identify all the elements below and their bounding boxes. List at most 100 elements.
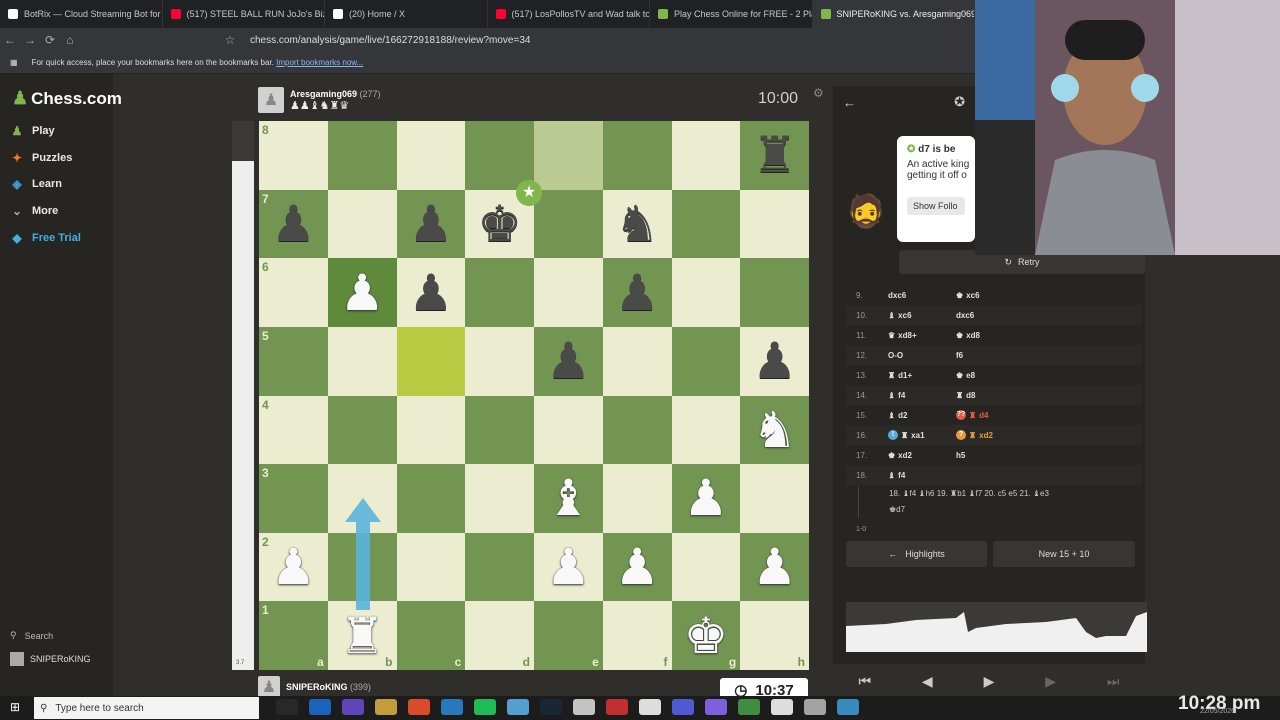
square-c6[interactable]: ♟ <box>396 258 466 327</box>
settings-gear-icon[interactable]: ⚙ <box>813 86 824 100</box>
taskbar-app-icon[interactable] <box>342 699 364 715</box>
taskbar-app-icon[interactable] <box>573 699 595 715</box>
taskbar-app-icon[interactable] <box>276 699 298 715</box>
white-pawn-icon[interactable]: ♟ <box>546 542 591 592</box>
apps-icon[interactable]: ▦ <box>10 58 18 67</box>
square-g2[interactable] <box>671 532 741 602</box>
square-h4[interactable]: ♞ <box>740 395 809 465</box>
square-d1[interactable]: d <box>465 601 534 670</box>
sidebar-user[interactable]: SNIPERoKING <box>10 652 91 666</box>
square-d3[interactable] <box>465 464 534 533</box>
black-rook-icon[interactable]: ♜ <box>752 130 797 180</box>
black-pawn-icon[interactable]: ♟ <box>546 336 591 386</box>
white-move[interactable]: ♝ xc6 <box>888 311 956 320</box>
new-game-button[interactable]: New 15 + 10 <box>993 541 1135 567</box>
taskbar-app-icon[interactable] <box>375 699 397 715</box>
square-a2[interactable]: 2 ♟ <box>259 532 328 602</box>
taskbar-app-icon[interactable] <box>639 699 661 715</box>
square-g5[interactable] <box>671 326 741 396</box>
taskbar-app-icon[interactable] <box>738 699 760 715</box>
black-move[interactable]: ♜ d8 <box>956 391 1056 400</box>
white-pawn-icon[interactable]: ♟ <box>752 542 797 592</box>
url-field[interactable]: chess.com/analysis/game/live/16627291818… <box>250 35 530 46</box>
square-b4[interactable] <box>327 395 397 465</box>
sidebar-search[interactable]: ⚲ Search <box>10 630 53 641</box>
prev-move-icon[interactable]: ◀ <box>922 673 933 690</box>
square-g1[interactable]: g ♚ <box>671 601 741 670</box>
white-move[interactable]: dxc6 <box>888 291 956 300</box>
square-d8[interactable] <box>465 121 534 190</box>
white-move[interactable]: ♝ f4 <box>888 391 956 400</box>
taskbar-app-icon[interactable] <box>474 699 496 715</box>
square-g7[interactable] <box>671 189 741 259</box>
last-move-icon[interactable]: ⏭ <box>1107 673 1120 690</box>
taskbar-app-icon[interactable] <box>606 699 628 715</box>
black-move[interactable]: ? ♜ xd2 <box>956 430 1056 440</box>
sidebar-item-free-trial[interactable]: ◆ Free Trial <box>10 231 81 245</box>
black-pawn-icon[interactable]: ♟ <box>408 268 453 318</box>
white-move[interactable]: ♝ d2 <box>888 411 956 420</box>
browser-tab[interactable]: BotRix — Cloud Streaming Bot for Tw <box>0 0 163 28</box>
square-c5[interactable] <box>396 326 466 396</box>
white-knight-icon[interactable]: ♞ <box>752 405 797 455</box>
square-e7[interactable] <box>534 189 603 259</box>
taskbar-app-icon[interactable] <box>540 699 562 715</box>
black-move[interactable]: ♚ xd8 <box>956 331 1056 340</box>
home-icon[interactable]: ⌂ <box>60 33 80 47</box>
bookmark-icon[interactable]: ☆ <box>220 33 240 47</box>
top-player-name[interactable]: Aresgaming069 <box>290 89 357 99</box>
browser-tab[interactable]: (20) Home / X <box>325 0 488 28</box>
taskbar-app-icon[interactable] <box>441 699 463 715</box>
eval-graph[interactable] <box>846 602 1147 652</box>
back-arrow-icon[interactable]: ← <box>843 95 856 110</box>
square-e1[interactable]: e <box>534 601 603 670</box>
square-b7[interactable] <box>327 189 397 259</box>
first-move-icon[interactable]: ⏮ <box>858 673 871 690</box>
sidebar-item-play[interactable]: ♟ Play <box>10 124 55 138</box>
square-h3[interactable] <box>740 464 809 533</box>
square-h8[interactable]: ♜ <box>740 121 809 190</box>
sidebar-item-more[interactable]: ⌄ More <box>10 204 58 218</box>
square-c8[interactable] <box>396 121 466 190</box>
square-a3[interactable]: 3 <box>259 464 328 533</box>
browser-tab[interactable]: (517) LosPollosTV and Wad talk to u <box>488 0 650 28</box>
taskbar-app-icon[interactable] <box>408 699 430 715</box>
show-follow-button[interactable]: Show Follo <box>907 197 965 215</box>
browser-tab[interactable]: Play Chess Online for FREE - 2 Player <box>650 0 813 28</box>
sidebar-item-learn[interactable]: ◈ Learn <box>10 177 62 191</box>
taskbar-app-icon[interactable] <box>804 699 826 715</box>
square-d4[interactable] <box>465 395 534 465</box>
square-c4[interactable] <box>396 395 466 465</box>
taskbar-search[interactable]: ⚲ Type here to search <box>34 697 259 719</box>
square-b6[interactable]: ♟ <box>327 258 397 327</box>
square-e2[interactable]: ♟ <box>534 532 603 602</box>
white-move[interactable]: ♛ xd8+ <box>888 331 956 340</box>
square-f7[interactable]: ♞ <box>602 189 672 259</box>
square-c7[interactable]: ♟ <box>396 189 466 259</box>
white-move[interactable]: ♚ xd2 <box>888 451 956 460</box>
bottom-player-name[interactable]: SNIPERoKING <box>286 682 348 692</box>
black-move[interactable]: dxc6 <box>956 311 1056 320</box>
square-f5[interactable] <box>602 326 672 396</box>
white-king-icon[interactable]: ♚ <box>683 611 728 661</box>
white-pawn-icon[interactable]: ♟ <box>683 473 728 523</box>
square-h6[interactable] <box>740 258 809 327</box>
taskbar-app-icon[interactable] <box>507 699 529 715</box>
white-move[interactable]: ♝ f4 <box>888 471 956 480</box>
reload-icon[interactable]: ⟳ <box>40 33 60 47</box>
white-pawn-icon[interactable]: ♟ <box>340 268 385 318</box>
square-h1[interactable]: h <box>740 601 809 670</box>
taskbar-app-icon[interactable] <box>309 699 331 715</box>
square-c2[interactable] <box>396 532 466 602</box>
taskbar-app-icon[interactable] <box>771 699 793 715</box>
black-pawn-icon[interactable]: ♟ <box>408 199 453 249</box>
next-move-icon[interactable]: ▶ <box>1045 673 1056 690</box>
forward-icon[interactable]: → <box>20 33 40 47</box>
square-e3[interactable]: ♝ <box>534 464 603 533</box>
square-a8[interactable]: 8 <box>259 121 328 190</box>
white-bishop-icon[interactable]: ♝ <box>546 473 591 523</box>
square-a5[interactable]: 5 <box>259 326 328 396</box>
white-pawn-icon[interactable]: ♟ <box>271 542 316 592</box>
square-e8[interactable] <box>534 121 603 190</box>
square-b5[interactable] <box>327 326 397 396</box>
